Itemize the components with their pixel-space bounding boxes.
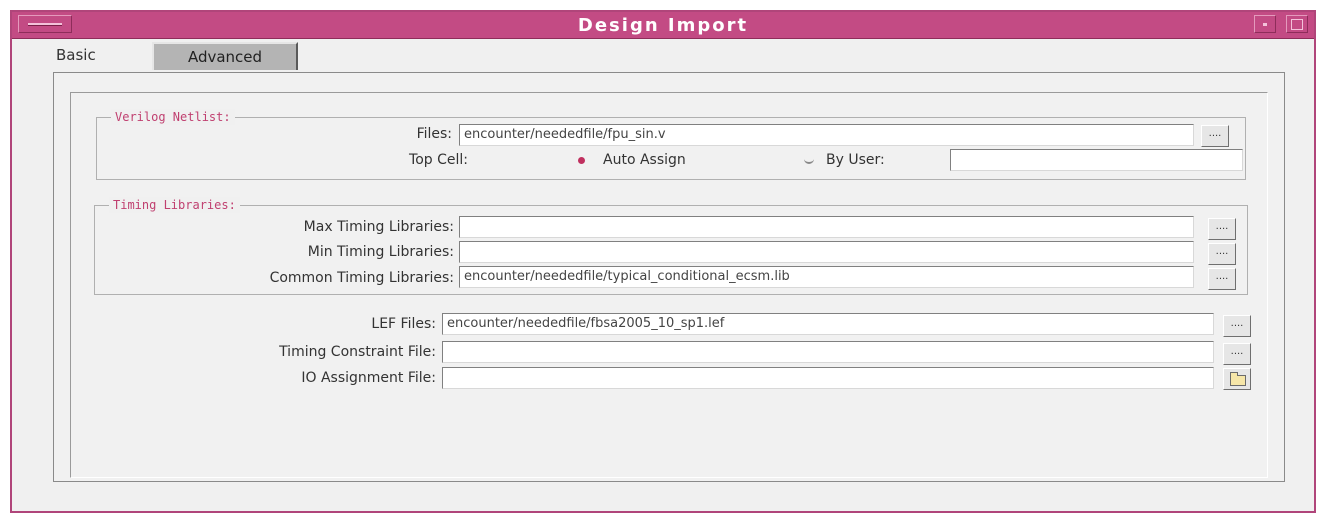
min-timing-browse-button[interactable]: ....: [1208, 243, 1236, 265]
verilog-netlist-legend: Verilog Netlist:: [111, 109, 235, 125]
max-timing-libraries-label: Max Timing Libraries:: [303, 219, 454, 235]
tab-basic[interactable]: Basic: [54, 42, 144, 70]
max-timing-browse-button[interactable]: ....: [1208, 218, 1236, 240]
timing-libraries-legend: Timing Libraries:: [109, 197, 240, 213]
lef-files-browse-button[interactable]: ....: [1223, 315, 1251, 337]
common-timing-browse-button[interactable]: ....: [1208, 268, 1236, 290]
min-timing-libraries-label: Min Timing Libraries:: [307, 244, 454, 260]
lef-files-input[interactable]: encounter/neededfile/fbsa2005_10_sp1.lef: [442, 313, 1214, 335]
tab-advanced[interactable]: Advanced: [152, 42, 298, 70]
max-timing-libraries-input[interactable]: [459, 216, 1194, 238]
by-user-input[interactable]: [950, 149, 1243, 171]
by-user-radio[interactable]: [803, 154, 815, 166]
min-timing-libraries-input[interactable]: [459, 241, 1194, 263]
io-assignment-file-input[interactable]: [442, 367, 1214, 389]
auto-assign-label: Auto Assign: [603, 152, 686, 168]
timing-constraint-browse-button[interactable]: ....: [1223, 343, 1251, 365]
maximize-button[interactable]: [1286, 15, 1308, 33]
minimize-button[interactable]: [1254, 15, 1276, 33]
io-assignment-browse-button[interactable]: [1223, 368, 1251, 390]
io-assignment-file-label: IO Assignment File:: [301, 370, 436, 386]
title-bar[interactable]: Design Import: [12, 12, 1314, 39]
verilog-files-input[interactable]: encounter/neededfile/fpu_sin.v: [459, 124, 1194, 146]
timing-constraint-file-label: Timing Constraint File:: [279, 344, 436, 360]
verilog-files-browse-button[interactable]: ....: [1201, 125, 1229, 147]
lef-files-label: LEF Files:: [371, 316, 436, 332]
common-timing-libraries-input[interactable]: encounter/neededfile/typical_conditional…: [459, 266, 1194, 288]
by-user-label: By User:: [826, 152, 885, 168]
top-cell-label: Top Cell:: [409, 152, 468, 168]
files-label: Files:: [416, 126, 452, 142]
timing-constraint-file-input[interactable]: [442, 341, 1214, 363]
common-timing-libraries-label: Common Timing Libraries:: [269, 270, 454, 286]
window-title: Design Import: [577, 15, 749, 36]
auto-assign-radio[interactable]: [575, 154, 587, 166]
folder-icon: [1230, 372, 1246, 386]
